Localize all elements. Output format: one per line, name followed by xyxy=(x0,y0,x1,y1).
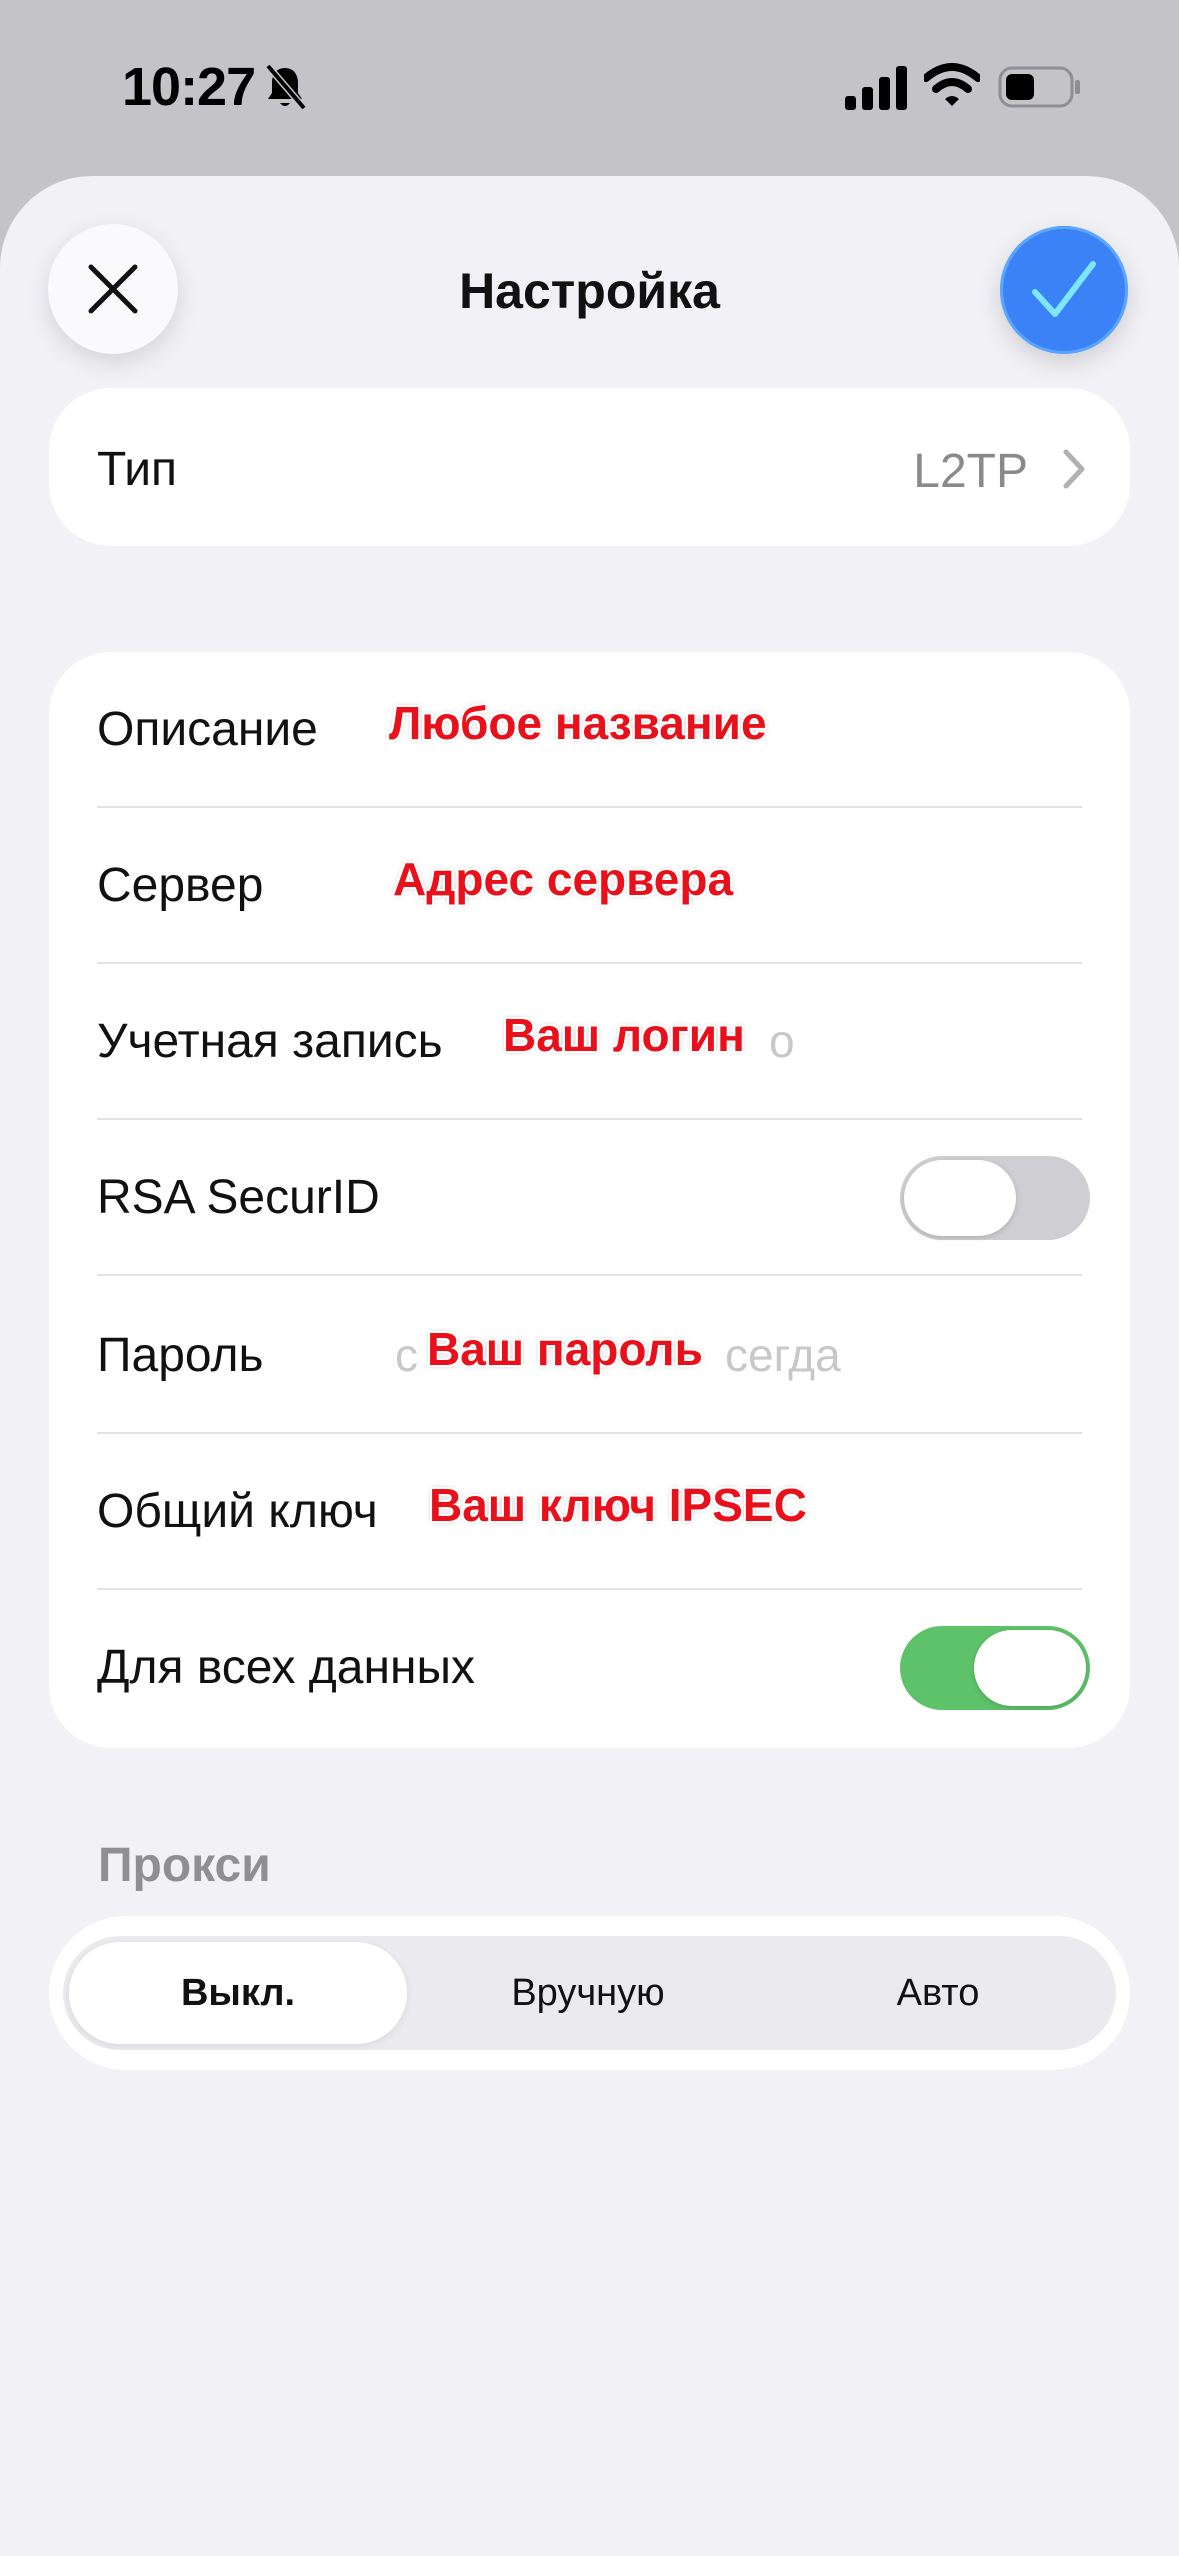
battery-icon xyxy=(998,66,1080,108)
all-traffic-toggle[interactable] xyxy=(900,1626,1090,1710)
toggle-knob xyxy=(974,1630,1086,1706)
all-traffic-label: Для всех данных xyxy=(97,1641,475,1694)
wifi-icon xyxy=(924,63,980,106)
shared-key-label: Общий ключ xyxy=(97,1485,378,1538)
vpn-settings-form: Описание Любое название Сервер Адрес сер… xyxy=(49,652,1130,1748)
server-label: Сервер xyxy=(97,859,264,912)
account-label: Учетная запись xyxy=(97,1015,443,1068)
shared-key-field[interactable]: Ваш ключ IPSEC xyxy=(429,1478,807,1532)
all-traffic-row: Для всех данных xyxy=(49,1590,1130,1746)
password-placeholder-end: сегда xyxy=(725,1329,841,1381)
cellular-signal-icon xyxy=(845,66,907,110)
rsa-securid-row: RSA SecurID xyxy=(49,1120,1130,1276)
account-field[interactable]: Ваш логин xyxy=(503,1008,745,1062)
server-row[interactable]: Сервер Адрес сервера xyxy=(49,808,1130,964)
password-placeholder-start: с xyxy=(395,1329,418,1381)
account-row[interactable]: Учетная запись о Ваш логин xyxy=(49,964,1130,1120)
proxy-segmented-control: Выкл. Вручную Авто xyxy=(49,1916,1130,2070)
rsa-securid-label: RSA SecurID xyxy=(97,1171,380,1224)
proxy-option-off[interactable]: Выкл. xyxy=(69,1942,407,2044)
description-label: Описание xyxy=(97,703,318,756)
segment-track: Выкл. Вручную Авто xyxy=(63,1936,1116,2050)
confirm-button[interactable] xyxy=(1000,226,1128,354)
type-value: L2TP xyxy=(913,445,1028,498)
status-time: 10:27 xyxy=(122,57,256,117)
description-row[interactable]: Описание Любое название xyxy=(49,652,1130,808)
rsa-securid-toggle[interactable] xyxy=(900,1156,1090,1240)
password-row[interactable]: Пароль с сегда Ваш пароль xyxy=(49,1278,1130,1434)
status-bar: 10:27 xyxy=(0,0,1179,170)
divider xyxy=(97,1274,1082,1276)
account-placeholder: о xyxy=(769,1015,795,1067)
server-field[interactable]: Адрес сервера xyxy=(393,852,733,906)
vpn-type-row[interactable]: Тип L2TP xyxy=(49,388,1130,546)
password-field[interactable]: Ваш пароль xyxy=(427,1322,703,1376)
proxy-option-auto[interactable]: Авто xyxy=(773,1936,1103,2050)
description-field[interactable]: Любое название xyxy=(389,696,767,750)
type-label: Тип xyxy=(97,443,178,496)
proxy-option-manual[interactable]: Вручную xyxy=(423,1936,753,2050)
password-label: Пароль xyxy=(97,1329,264,1382)
proxy-section-header: Прокси xyxy=(98,1839,271,1892)
silent-mode-bell-icon xyxy=(265,63,307,111)
toggle-knob xyxy=(904,1160,1016,1236)
shared-key-row[interactable]: Общий ключ Ваш ключ IPSEC xyxy=(49,1434,1130,1590)
chevron-right-icon xyxy=(1063,449,1085,489)
checkmark-icon xyxy=(1032,261,1096,317)
